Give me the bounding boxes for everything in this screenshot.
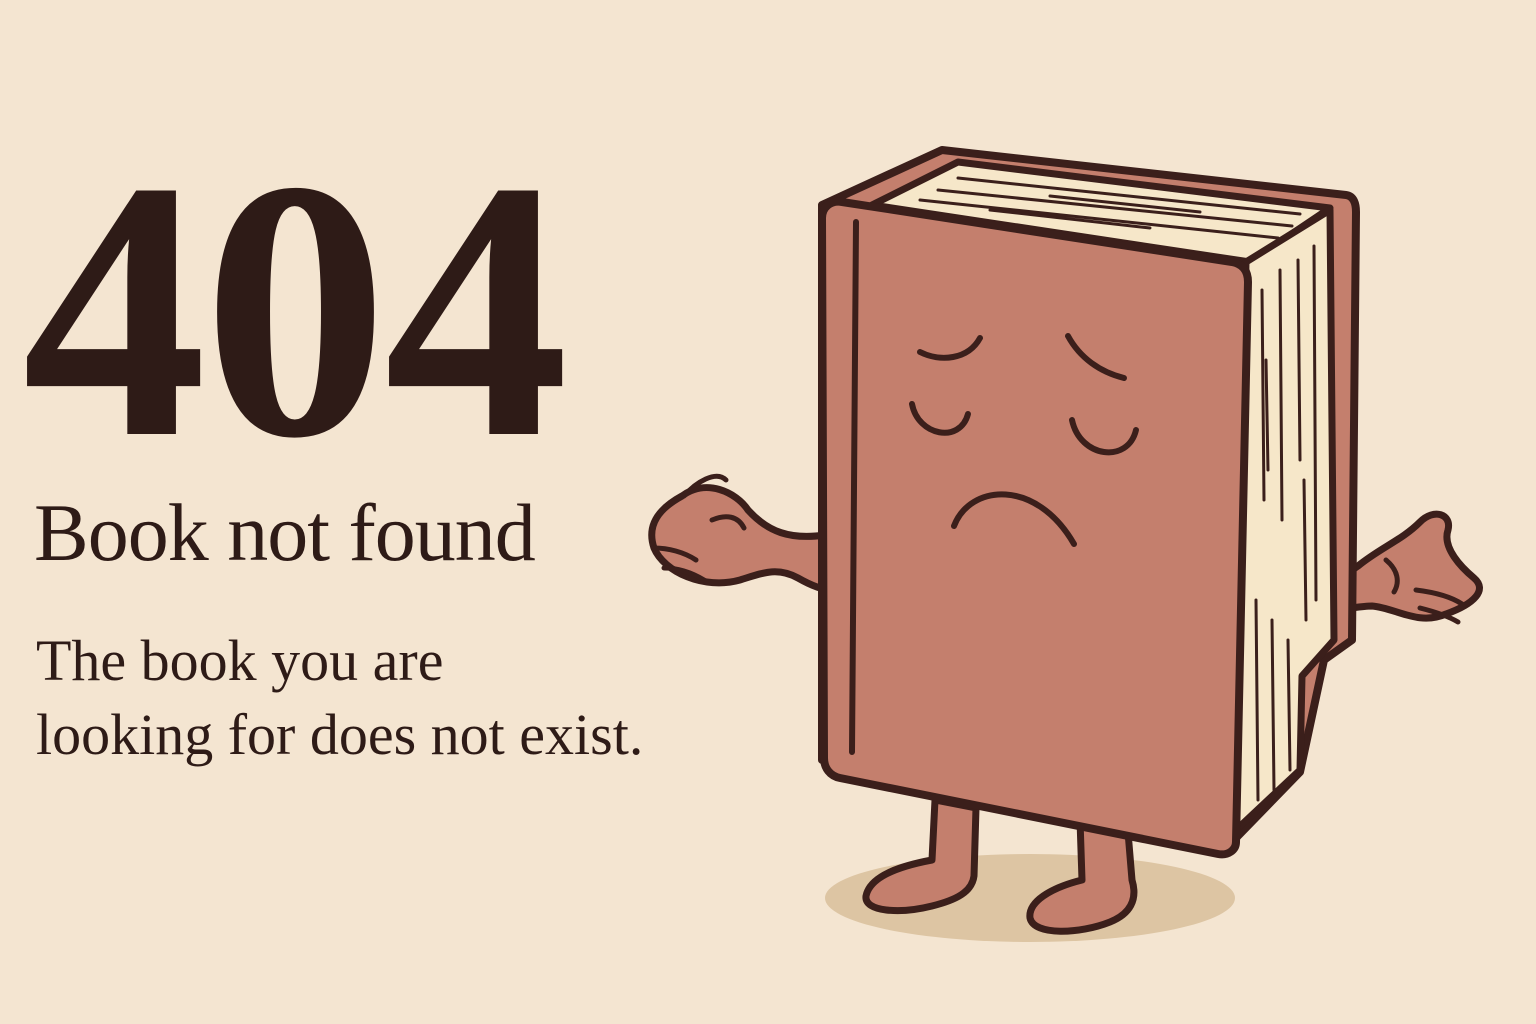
left-leg [862, 796, 980, 915]
book-spine-line [849, 219, 859, 755]
sad-book-illustration [648, 146, 1483, 942]
book-front-cover [818, 197, 1252, 859]
left-arm [648, 484, 836, 594]
